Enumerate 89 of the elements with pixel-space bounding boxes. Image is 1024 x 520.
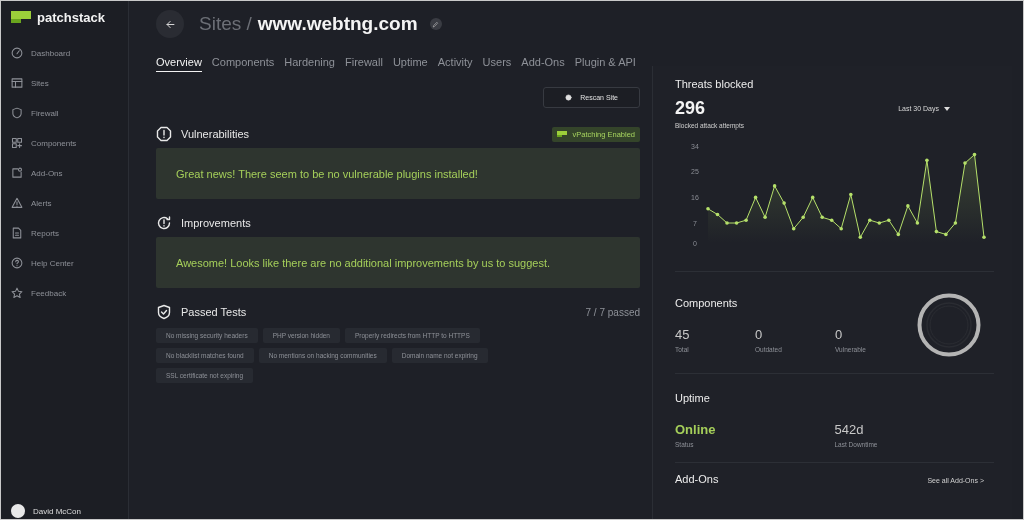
sidebar-item[interactable]: Reports [1, 218, 128, 248]
chart-point [763, 215, 767, 220]
chart-point [944, 232, 948, 237]
stat-value: 0 [755, 326, 764, 342]
passed-summary: 7 / 7 passed [585, 306, 640, 318]
gauge-icon [11, 47, 23, 59]
chart-point [715, 212, 720, 217]
site-title: www.webtng.com [257, 13, 418, 35]
card-title: Components [675, 296, 739, 309]
shield-check-icon [156, 304, 172, 320]
chart-point [820, 215, 824, 220]
chart-point [934, 229, 939, 234]
tab[interactable]: Users [482, 56, 512, 70]
layout-icon [11, 77, 23, 89]
chart-point [963, 161, 967, 165]
warning-icon [11, 197, 23, 209]
chart-point [915, 221, 920, 225]
tab[interactable]: Plugin & API [574, 56, 636, 70]
report-icon [11, 227, 23, 239]
tab[interactable]: Activity [437, 56, 473, 70]
breadcrumb[interactable]: Sites / [199, 13, 252, 35]
chart-point [829, 218, 834, 222]
chart-point [849, 192, 853, 197]
chart-point [982, 235, 986, 240]
section-title: Improvements [181, 217, 251, 229]
shield-icon [11, 107, 23, 119]
add-on-icon [11, 167, 23, 179]
tab[interactable]: Overview [156, 56, 202, 72]
edit-button[interactable] [429, 18, 442, 30]
chart-point [839, 226, 843, 231]
chart-point [772, 184, 777, 188]
chart-point [858, 235, 863, 240]
tab[interactable]: Add-Ons [521, 56, 565, 70]
chart-point [925, 158, 929, 163]
card-title: Threats blocked [675, 78, 755, 90]
tab[interactable]: Hardening [284, 56, 335, 70]
stat-value: 0 [835, 326, 844, 342]
chart-point [810, 195, 815, 200]
chart-point [972, 152, 977, 157]
chart-point [953, 221, 958, 225]
sidebar-item[interactable]: Add-Ons [1, 158, 128, 188]
chart-point [782, 201, 786, 205]
chart-point [753, 195, 758, 200]
message-text: Great news! There seem to be no vulnerable plugins installed! [176, 167, 478, 180]
tab[interactable]: Components [211, 56, 275, 70]
pencil-icon [432, 20, 440, 28]
logo-icon [11, 11, 31, 23]
scan-icon [565, 94, 573, 101]
total-count: 296 [675, 98, 706, 119]
stat-value: 542d [834, 422, 865, 437]
section-title: Vulnerabilities [181, 128, 250, 140]
chart-point [706, 207, 710, 211]
chart-point [896, 232, 901, 237]
refresh-alert-icon [156, 215, 172, 231]
chart-point [868, 218, 872, 222]
tab[interactable]: Uptime [392, 56, 428, 70]
back-button[interactable] [156, 10, 184, 38]
stat-value: Online [675, 422, 717, 437]
tab[interactable]: Firewall [345, 56, 383, 70]
message-text: Awesome! Looks like there are no additional improvements by us to suggest. [176, 256, 550, 269]
sidebar-item[interactable]: Sites [1, 68, 128, 98]
stat-value: 45 [675, 326, 691, 342]
back-arrow-icon [164, 18, 176, 30]
sidebar-item[interactable]: Help Center [1, 248, 128, 278]
card-title: Add-Ons [675, 473, 719, 485]
user-name: David McCon [33, 506, 81, 516]
chart-point [801, 215, 805, 220]
chart-point [791, 226, 796, 231]
avatar-icon [11, 504, 25, 518]
sidebar-item[interactable]: Dashboard [1, 38, 128, 68]
chart-point [734, 221, 739, 225]
chart-point [906, 204, 910, 208]
sidebar-item[interactable]: Components [1, 128, 128, 158]
donut-chart-drawing [917, 292, 981, 357]
chart-point [877, 221, 882, 225]
chart-point [887, 218, 891, 222]
chart-point [725, 221, 729, 225]
chart-point [744, 218, 748, 222]
caret-icon [944, 106, 950, 111]
star-icon [11, 287, 23, 299]
help-icon [11, 257, 23, 269]
sidebar-item[interactable]: Alerts [1, 188, 128, 218]
grid-plus-icon [11, 137, 23, 149]
logo-icon [557, 131, 568, 137]
brand-name: patchstack [37, 9, 105, 25]
sidebar-item[interactable]: Firewall [1, 98, 128, 128]
sidebar-item[interactable]: Feedback [1, 278, 128, 308]
card-title: Uptime [675, 392, 711, 404]
section-title: Passed Tests [181, 306, 247, 318]
